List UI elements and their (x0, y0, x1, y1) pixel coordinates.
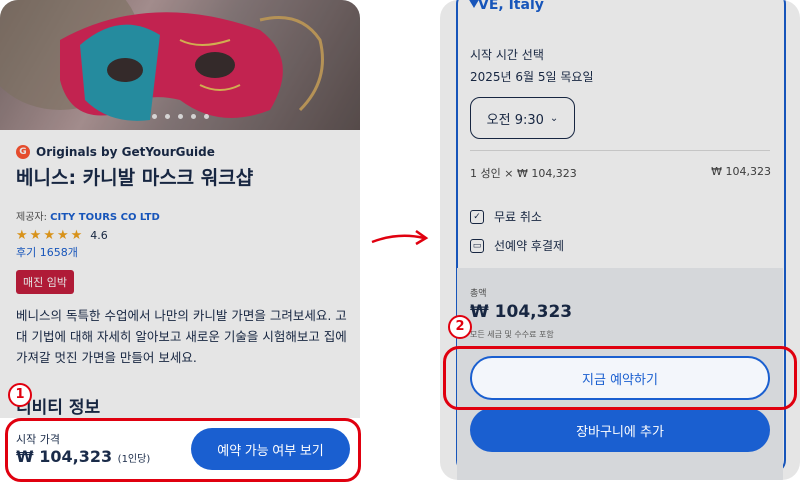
step-marker-1: 1 (8, 383, 32, 407)
divider (470, 150, 770, 151)
star-icon: ★ (56, 228, 69, 243)
feature-pay-later-label: 선예약 후결제 (494, 239, 565, 253)
carousel-dot[interactable] (151, 114, 157, 119)
star-icon: ★ (43, 228, 55, 243)
selected-date: 2025년 6월 5일 목요일 (470, 70, 594, 84)
brand-label: Originals by GetYourGuide (36, 145, 215, 159)
time-dropdown[interactable]: 오전 9:30 ⌄ (470, 97, 575, 139)
feature-free-cancel-label: 무료 취소 (494, 210, 542, 224)
calendar-check-icon: ✓ (470, 209, 484, 224)
tax-note: 모든 세금 및 수수료 포함 (470, 330, 554, 339)
half-star-icon: ★ (70, 228, 83, 243)
activity-description: 베니스의 독특한 수업에서 나만의 카니발 가면을 그려보세요. 고대 기법에 … (16, 308, 347, 365)
add-to-cart-button[interactable]: 장바구니에 추가 (470, 408, 770, 452)
highlight-box-2 (443, 346, 797, 410)
feature-free-cancel: ✓ 무료 취소 (470, 208, 542, 225)
carousel-dots[interactable] (0, 104, 360, 123)
getyourguide-logo-icon: G (16, 145, 30, 159)
left-screen: G Originals by GetYourGuide 베니스: 카니발 마스크… (0, 0, 360, 480)
provider-label: 제공자: (16, 212, 47, 223)
total-price: ₩ 104,323 (470, 302, 573, 322)
total-label: 총액 (470, 289, 487, 299)
rating-value: 4.6 (90, 229, 108, 242)
carousel-dot[interactable] (203, 114, 209, 119)
status-badge: 매진 임박 (16, 270, 74, 294)
time-value: 오전 9:30 (486, 112, 544, 128)
card-icon: ▭ (470, 238, 484, 253)
provider-line: 제공자: CITY TOURS CO LTD (16, 208, 160, 223)
provider-link[interactable]: CITY TOURS CO LTD (50, 212, 160, 223)
location-label: VE, Italy (478, 0, 544, 13)
time-select-label: 시작 시간 선택 (470, 48, 544, 62)
flow-arrow-icon (371, 229, 429, 246)
carousel-dot[interactable] (177, 114, 183, 119)
star-icon: ★ (29, 228, 42, 243)
highlight-box-1 (5, 418, 361, 482)
feature-pay-later: ▭ 선예약 후결제 (470, 237, 564, 254)
rating-row: ★ ★ ★ ★ ★ 4.6 (16, 228, 108, 243)
brand-row: G Originals by GetYourGuide (16, 145, 215, 159)
step-marker-2: 2 (448, 315, 472, 339)
star-icon: ★ (16, 228, 28, 243)
carousel-dot[interactable] (164, 114, 170, 119)
participant-line: 1 성인 × ₩ 104,323 (470, 167, 577, 180)
reviews-link[interactable]: 후기 1658개 (16, 244, 78, 260)
carousel-dot[interactable] (190, 114, 196, 119)
chevron-down-icon: ⌄ (549, 112, 559, 124)
mask-photo[interactable] (0, 0, 360, 130)
participant-price: ₩ 104,323 (711, 165, 771, 178)
activity-title: 베니스: 카니발 마스크 워크샵 (16, 167, 254, 189)
